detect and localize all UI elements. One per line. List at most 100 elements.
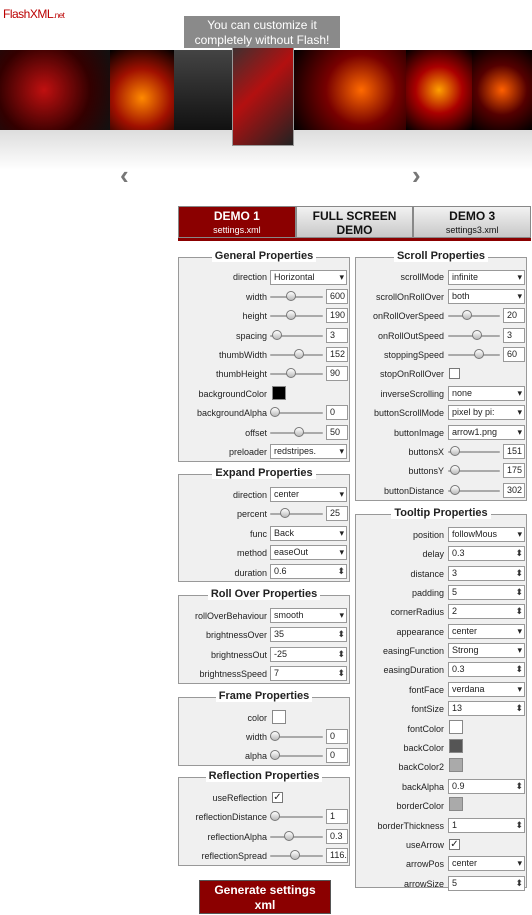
next-arrow-icon[interactable]: ›: [412, 160, 421, 191]
reflection-spread-field[interactable]: 116.: [326, 848, 348, 863]
button-distance-field[interactable]: 302: [503, 483, 525, 498]
percent-slider[interactable]: [270, 506, 323, 521]
preloader-select[interactable]: redstripes.: [270, 444, 347, 459]
reflection-alpha-slider[interactable]: [270, 829, 323, 844]
delay-stepper[interactable]: 0.3: [448, 546, 525, 561]
thumbnail[interactable]: [406, 50, 472, 130]
offset-slider[interactable]: [270, 425, 323, 440]
prev-arrow-icon[interactable]: ‹: [120, 160, 129, 191]
thumbnail[interactable]: [472, 50, 532, 130]
buttons-x-field[interactable]: 151: [503, 444, 525, 459]
expanded-thumbnail[interactable]: [232, 40, 294, 146]
width-slider[interactable]: [270, 289, 323, 304]
thumbnail[interactable]: [110, 50, 174, 130]
func-select[interactable]: Back: [270, 526, 347, 541]
tab-full-screen-demo[interactable]: FULL SCREEN DEMO: [295, 206, 414, 238]
font-size-stepper[interactable]: 13: [448, 701, 525, 716]
brightness-speed-stepper[interactable]: 7: [270, 666, 347, 681]
buttons-y-field[interactable]: 175: [503, 463, 525, 478]
direction-select[interactable]: Horizontal: [270, 270, 347, 285]
brightness-out-stepper[interactable]: -25: [270, 647, 347, 662]
thumbheight-field[interactable]: 90: [326, 366, 348, 381]
tab-demo-1[interactable]: DEMO 1 settings.xml: [178, 206, 296, 238]
arrow-pos-select[interactable]: center: [448, 856, 525, 871]
easing-duration-stepper[interactable]: 0.3: [448, 662, 525, 677]
field-label: width: [245, 732, 267, 742]
arrow-size-stepper[interactable]: 5: [448, 876, 525, 891]
field-label: easingDuration: [383, 665, 444, 675]
use-reflection-checkbox[interactable]: ✓: [272, 792, 283, 803]
spacing-field[interactable]: 3: [326, 328, 348, 343]
buttons-x-slider[interactable]: [448, 444, 500, 459]
background-color-swatch[interactable]: [272, 386, 286, 400]
scroll-mode-select[interactable]: infinite: [448, 270, 525, 285]
spacing-slider[interactable]: [270, 328, 323, 343]
button-image-select[interactable]: arrow1.png: [448, 425, 525, 440]
frame-width-field[interactable]: 0: [326, 729, 348, 744]
thumbnail[interactable]: [174, 50, 232, 130]
button-distance-slider[interactable]: [448, 483, 500, 498]
font-color-swatch[interactable]: [449, 720, 463, 734]
distance-stepper[interactable]: 3: [448, 566, 525, 581]
back-color2-swatch[interactable]: [449, 758, 463, 772]
buttons-y-slider[interactable]: [448, 463, 500, 478]
backgroundalpha-slider[interactable]: [270, 405, 323, 420]
padding-stepper[interactable]: 5: [448, 585, 525, 600]
corner-radius-stepper[interactable]: 2: [448, 604, 525, 619]
brightness-over-stepper[interactable]: 35: [270, 627, 347, 642]
frame-alpha-field[interactable]: 0: [326, 748, 348, 763]
thumbheight-slider[interactable]: [270, 366, 323, 381]
onrollout-speed-slider[interactable]: [448, 328, 500, 343]
logo: FlashXML.net: [3, 7, 65, 21]
frame-width-slider[interactable]: [270, 729, 323, 744]
field-label: percent: [236, 509, 267, 519]
frame-alpha-slider[interactable]: [270, 748, 323, 763]
thumbwidth-field[interactable]: 152: [326, 347, 348, 362]
scroll-on-rollover-select[interactable]: both: [448, 289, 525, 304]
panel-title: Reflection Properties: [179, 770, 349, 782]
field-label: easingFunction: [382, 646, 444, 656]
reflection-spread-slider[interactable]: [270, 848, 323, 863]
duration-stepper[interactable]: 0.6: [270, 564, 347, 579]
onrollover-speed-field[interactable]: 20: [503, 308, 525, 323]
use-arrow-checkbox[interactable]: ✓: [449, 839, 460, 850]
stop-on-rollover-checkbox[interactable]: [449, 368, 460, 379]
generate-settings-button[interactable]: Generate settings xml: [199, 880, 331, 914]
onrollover-speed-slider[interactable]: [448, 308, 500, 323]
field-label: duration: [234, 568, 267, 578]
width-field[interactable]: 600: [326, 289, 348, 304]
onrollout-speed-field[interactable]: 3: [503, 328, 525, 343]
appearance-select[interactable]: center: [448, 624, 525, 639]
field-label: func: [249, 529, 267, 539]
offset-field[interactable]: 50: [326, 425, 348, 440]
inverse-scrolling-select[interactable]: none: [448, 386, 525, 401]
height-slider[interactable]: [270, 308, 323, 323]
expand-direction-select[interactable]: center: [270, 487, 347, 502]
border-thickness-stepper[interactable]: 1: [448, 818, 525, 833]
button-scroll-mode-select[interactable]: pixel by pi:: [448, 405, 525, 420]
percent-field[interactable]: 25: [326, 506, 348, 521]
field-label: onRollOverSpeed: [372, 311, 444, 321]
easing-function-select[interactable]: Strong: [448, 643, 525, 658]
panel-title: General Properties: [179, 250, 349, 262]
reflection-alpha-field[interactable]: 0.3: [326, 829, 348, 844]
method-select[interactable]: easeOut: [270, 545, 347, 560]
rollover-behaviour-select[interactable]: smooth: [270, 608, 347, 623]
thumbwidth-slider[interactable]: [270, 347, 323, 362]
height-field[interactable]: 190: [326, 308, 348, 323]
stopping-speed-field[interactable]: 60: [503, 347, 525, 362]
frame-color-swatch[interactable]: [272, 710, 286, 724]
position-select[interactable]: followMous: [448, 527, 525, 542]
thumbnail[interactable]: [294, 50, 406, 130]
reflection-distance-field[interactable]: 1: [326, 809, 348, 824]
backgroundalpha-field[interactable]: 0: [326, 405, 348, 420]
border-color-swatch[interactable]: [449, 797, 463, 811]
thumbnail[interactable]: [0, 50, 110, 130]
back-color-swatch[interactable]: [449, 739, 463, 753]
reflection-distance-slider[interactable]: [270, 809, 323, 824]
back-alpha-stepper[interactable]: 0.9: [448, 779, 525, 794]
field-label: color: [247, 713, 267, 723]
tab-demo-3[interactable]: DEMO 3 settings3.xml: [413, 206, 532, 238]
stopping-speed-slider[interactable]: [448, 347, 500, 362]
font-face-select[interactable]: verdana: [448, 682, 525, 697]
